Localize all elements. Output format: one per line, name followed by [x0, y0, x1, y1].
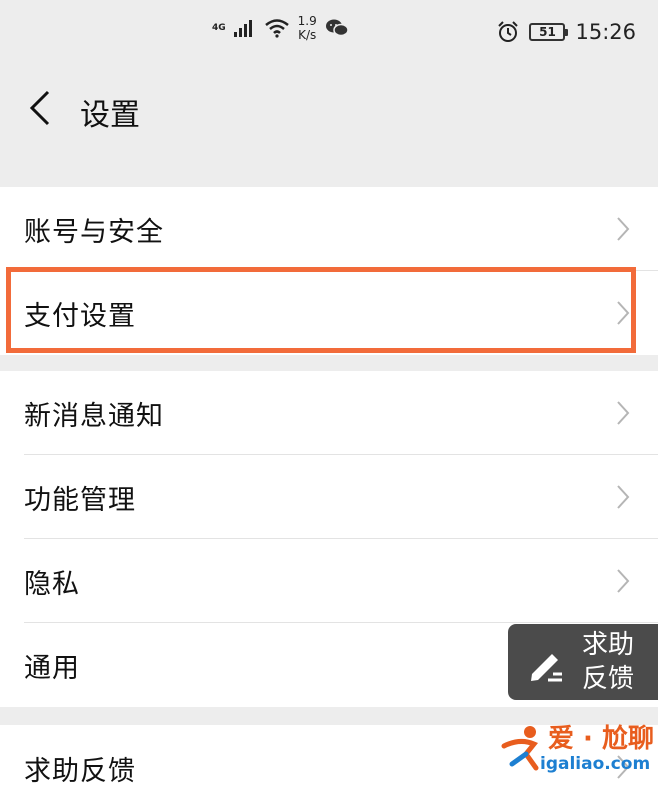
- floating-help-feedback-button[interactable]: 求助 反馈: [508, 624, 658, 700]
- settings-item-privacy[interactable]: 隐私: [0, 539, 658, 623]
- settings-item-feature-management[interactable]: 功能管理: [0, 455, 658, 539]
- status-time: 15:26: [575, 20, 636, 44]
- status-bar: 4G 1.9 K/s 51 15:26: [0, 0, 658, 70]
- battery-icon: 51: [529, 23, 569, 41]
- settings-item-label: 求助反馈: [24, 756, 136, 787]
- edit-pen-icon: [531, 654, 562, 682]
- settings-item-new-message-notification[interactable]: 新消息通知: [0, 371, 658, 455]
- settings-item-account-security[interactable]: 账号与安全: [0, 187, 658, 271]
- floating-help-text: 求助 反馈: [582, 628, 634, 696]
- settings-item-label: 新消息通知: [24, 400, 164, 432]
- floating-help-line2: 反馈: [582, 664, 635, 694]
- page-title: 设置: [80, 98, 140, 133]
- settings-item-label: 支付设置: [24, 300, 136, 332]
- battery-level: 51: [539, 25, 556, 39]
- settings-group-1: 账号与安全 支付设置: [0, 187, 658, 355]
- watermark-title: 爱 · 尬聊: [548, 724, 654, 754]
- alarm-icon: [498, 21, 519, 42]
- header: 设置: [0, 70, 658, 148]
- chevron-right-icon: [617, 485, 630, 509]
- settings-item-label: 通用: [24, 652, 80, 684]
- settings-item-label: 隐私: [24, 568, 80, 600]
- chevron-right-icon: [617, 569, 630, 593]
- signal-icon: [233, 20, 252, 37]
- network-speed: 1.9 K/s: [298, 14, 317, 42]
- status-center: 4G 1.9 K/s: [212, 14, 349, 42]
- speed-value: 1.9: [297, 14, 317, 28]
- chevron-right-icon: [617, 401, 630, 425]
- status-right: 51 15:26: [497, 20, 636, 44]
- settings-item-payment-settings[interactable]: 支付设置: [0, 271, 658, 355]
- watermark-url: igaliao.com: [540, 754, 651, 774]
- network-type: 4G: [212, 22, 226, 33]
- wifi-icon: [264, 19, 289, 38]
- watermark: 爱 · 尬聊 igaliao.com: [500, 718, 658, 782]
- speed-unit: K/s: [298, 28, 317, 42]
- chevron-right-icon: [617, 301, 630, 325]
- chevron-right-icon: [617, 217, 630, 241]
- settings-item-label: 功能管理: [24, 484, 136, 516]
- wechat-icon: [325, 19, 349, 37]
- floating-help-line1: 求助: [582, 630, 635, 660]
- settings-item-label: 账号与安全: [24, 216, 164, 248]
- chevron-left-icon[interactable]: [26, 86, 60, 130]
